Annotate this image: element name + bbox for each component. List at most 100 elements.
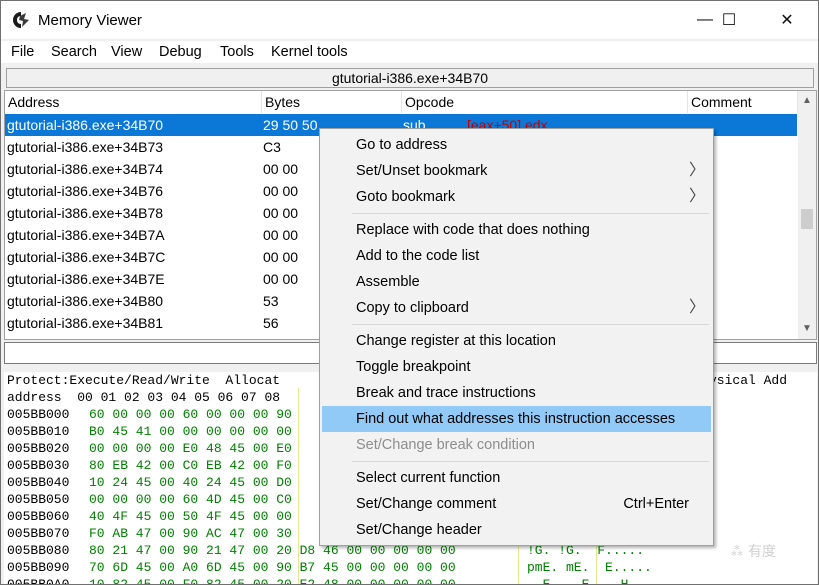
menu-item-label: Assemble <box>356 274 420 290</box>
menu-search[interactable]: Search <box>51 44 97 60</box>
context-menu-item[interactable]: Set/Unset bookmark 〉 <box>322 158 711 184</box>
menu-item-label: Set/Unset bookmark <box>356 163 488 179</box>
context-menu: Go to address Set/Unset bookmark 〉 Goto boo… <box>319 128 714 546</box>
scrollbar-thumb[interactable] <box>801 209 813 229</box>
disasm-bytes: 53 <box>263 293 279 309</box>
menu-separator <box>352 324 709 325</box>
disasm-bytes: 29 50 50 <box>263 117 318 133</box>
context-menu-item[interactable]: Break and trace instructions <box>322 380 711 406</box>
context-menu-item[interactable]: Change register at this location <box>322 328 711 354</box>
menu-item-label: Change register at this location <box>356 333 556 349</box>
context-menu-item: Set/Change break condition <box>322 432 711 458</box>
menu-view[interactable]: View <box>111 44 142 60</box>
hex-ascii: pmE. mE. E..... <box>527 560 652 575</box>
context-menu-item[interactable]: Go to address <box>322 132 711 158</box>
disasm-bytes: 00 00 <box>263 183 299 199</box>
context-menu-item[interactable]: Set/Change comment Ctrl+Enter <box>322 491 711 517</box>
disassembler-scrollbar[interactable]: ▲ ▼ <box>798 91 816 339</box>
menu-item-label: Set/Change break condition <box>356 437 535 453</box>
menu-debug[interactable]: Debug <box>159 44 202 60</box>
hex-bytes[interactable]: B0 45 41 00 00 00 00 00 00 <box>89 423 292 440</box>
context-menu-item[interactable]: Set/Change header <box>322 517 711 543</box>
column-header-bytes[interactable]: Bytes <box>262 91 402 113</box>
disasm-address: gtutorial-i386.exe+34B82 <box>7 334 163 339</box>
hex-address: 005BB080 <box>7 543 70 558</box>
column-header-address[interactable]: Address <box>5 91 262 113</box>
disasm-bytes: 00 00 <box>263 205 299 221</box>
disasm-bytes: 00 00 <box>263 249 299 265</box>
maximize-button[interactable]: ☐ <box>706 1 752 39</box>
menu-item-label: Go to address <box>356 137 448 153</box>
hex-bytes[interactable]: 70 6D 45 00 A0 6D 45 00 90 B7 45 00 00 0… <box>89 559 456 576</box>
disasm-address: gtutorial-i386.exe+34B7E <box>7 271 165 287</box>
context-menu-item[interactable]: Select current function <box>322 465 711 491</box>
hex-address: 005BB070 <box>7 526 70 541</box>
submenu-arrow-icon: 〉 <box>688 188 705 205</box>
hex-address: 005BB030 <box>7 458 70 473</box>
disasm-bytes: 00 00 <box>263 161 299 177</box>
disasm-bytes: 8B C2 <box>263 334 302 339</box>
column-header-opcode[interactable]: Opcode <box>402 91 688 113</box>
menu-item-shortcut: Ctrl+Enter <box>623 496 689 512</box>
disasm-bytes: C3 <box>263 139 281 155</box>
menu-item-label: Replace with code that does nothing <box>356 222 590 238</box>
hex-bytes[interactable]: F0 AB 47 00 90 AC 47 00 30 <box>89 525 292 542</box>
scroll-down-icon[interactable]: ▼ <box>798 323 816 334</box>
context-menu-item[interactable]: Assemble <box>322 269 711 295</box>
hex-bytes[interactable]: 10 82 45 00 F0 82 45 00 20 E2 48 00 00 0… <box>89 576 456 584</box>
hex-bytes[interactable]: 10 24 45 00 40 24 45 00 D0 <box>89 474 292 491</box>
title-bar[interactable]: Memory Viewer — ☐ ✕ <box>1 1 818 39</box>
hex-bytes[interactable]: 40 4F 45 00 50 4F 45 00 00 <box>89 508 292 525</box>
disasm-bytes: 00 00 <box>263 227 299 243</box>
hex-bytes[interactable]: 60 00 00 00 60 00 00 00 90 <box>89 406 292 423</box>
context-menu-item[interactable]: Toggle breakpoint <box>322 354 711 380</box>
menu-item-label: Add to the code list <box>356 248 480 264</box>
context-menu-item[interactable]: Add to the code list <box>322 243 711 269</box>
hex-bytes[interactable]: 00 00 00 00 E0 48 45 00 E0 <box>89 440 292 457</box>
cheat-engine-icon <box>13 12 29 28</box>
hex-address: 005BB000 <box>7 407 70 422</box>
hex-address: 005BB020 <box>7 441 70 456</box>
memory-viewer-window: Memory Viewer — ☐ ✕ File Search View Deb… <box>0 0 819 585</box>
current-address-label[interactable]: gtutorial-i386.exe+34B70 <box>6 68 814 88</box>
hex-address: 005BB060 <box>7 509 70 524</box>
column-header-comment[interactable]: Comment <box>688 91 798 113</box>
menu-kernel-tools[interactable]: Kernel tools <box>271 44 348 60</box>
watermark: ⁂ 有度 <box>730 543 776 559</box>
hex-bytes[interactable]: 00 00 00 00 60 4D 45 00 C0 <box>89 491 292 508</box>
disasm-address: gtutorial-i386.exe+34B78 <box>7 205 164 221</box>
hex-protect-info: Protect:Execute/Read/Write Allocat <box>7 373 281 388</box>
close-button[interactable]: ✕ <box>764 1 810 39</box>
context-menu-item[interactable]: Replace with code that does nothing <box>322 217 711 243</box>
context-menu-item[interactable]: Goto bookmark 〉 <box>322 184 711 210</box>
hex-address: 005BB0A0 <box>7 577 70 585</box>
disasm-address: gtutorial-i386.exe+34B80 <box>7 293 164 309</box>
disasm-address: gtutorial-i386.exe+34B7A <box>7 227 165 243</box>
menu-bar: File Search View Debug Tools Kernel tool… <box>1 41 818 63</box>
hex-address: 005BB040 <box>7 475 70 490</box>
hex-ascii: E. E. H.... <box>527 577 660 585</box>
context-menu-item[interactable]: Find out what addresses this instruction… <box>322 406 711 432</box>
menu-separator <box>352 461 709 462</box>
disasm-address: gtutorial-i386.exe+34B73 <box>7 139 164 155</box>
disasm-address: gtutorial-i386.exe+34B76 <box>7 183 164 199</box>
disasm-bytes: 00 00 <box>263 271 299 287</box>
menu-separator <box>352 213 709 214</box>
menu-item-label: Toggle breakpoint <box>356 359 471 375</box>
hex-address: 005BB010 <box>7 424 70 439</box>
disasm-address: gtutorial-i386.exe+34B7C <box>7 249 166 265</box>
hex-address: 005BB050 <box>7 492 70 507</box>
window-title: Memory Viewer <box>38 12 142 29</box>
hex-physical-info: ysical Add <box>709 373 788 388</box>
menu-file[interactable]: File <box>11 44 34 60</box>
context-menu-item[interactable]: Copy to clipboard 〉 <box>322 295 711 321</box>
close-icon: ✕ <box>780 12 794 29</box>
disasm-address: gtutorial-i386.exe+34B70 <box>7 117 164 133</box>
submenu-arrow-icon: 〉 <box>688 162 705 179</box>
hex-address: 005BB090 <box>7 560 70 575</box>
menu-item-label: Set/Change header <box>356 522 482 538</box>
menu-item-label: Copy to clipboard <box>356 300 469 316</box>
hex-bytes[interactable]: 80 EB 42 00 C0 EB 42 00 F0 <box>89 457 292 474</box>
scroll-up-icon[interactable]: ▲ <box>798 95 816 106</box>
menu-tools[interactable]: Tools <box>220 44 254 60</box>
